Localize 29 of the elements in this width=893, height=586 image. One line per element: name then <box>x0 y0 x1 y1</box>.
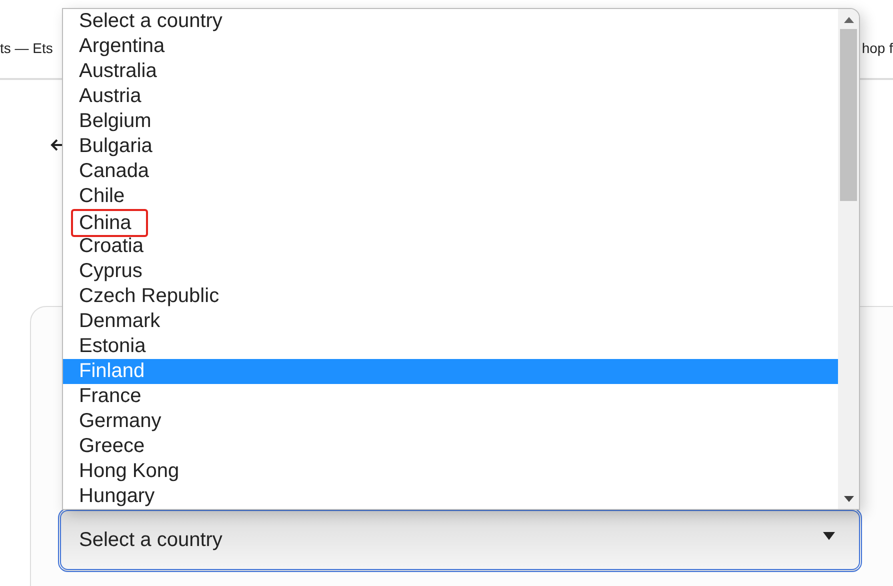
dropdown-option[interactable]: Cyprus <box>63 259 838 284</box>
country-select[interactable]: Select a country <box>58 508 862 572</box>
dropdown-option[interactable]: Select a country <box>63 9 838 34</box>
scroll-up-icon[interactable] <box>844 17 854 23</box>
dropdown-option[interactable]: Germany <box>63 409 838 434</box>
dropdown-option[interactable]: Estonia <box>63 334 838 359</box>
dropdown-option[interactable]: Bulgaria <box>63 134 838 159</box>
dropdown-option[interactable]: Croatia <box>63 234 838 259</box>
dropdown-option[interactable]: Denmark <box>63 309 838 334</box>
dropdown-option[interactable]: Argentina <box>63 34 838 59</box>
dropdown-option[interactable]: Belgium <box>63 109 838 134</box>
tab-title[interactable]: hop f <box>862 40 893 56</box>
back-arrow-icon[interactable] <box>50 138 64 152</box>
dropdown-option[interactable]: Greece <box>63 434 838 459</box>
scroll-down-icon[interactable] <box>844 496 854 502</box>
dropdown-option[interactable]: Hong Kong <box>63 459 838 484</box>
dropdown-option[interactable]: Canada <box>63 159 838 184</box>
dropdown-option[interactable]: Chile <box>63 184 838 209</box>
dropdown-option[interactable]: France <box>63 384 838 409</box>
dropdown-option[interactable]: Austria <box>63 84 838 109</box>
dropdown-option[interactable]: Australia <box>63 59 838 84</box>
dropdown-option[interactable]: China <box>63 209 838 234</box>
dropdown-option[interactable]: Czech Republic <box>63 284 838 309</box>
scrollbar-thumb[interactable] <box>840 29 857 201</box>
caret-icon <box>823 532 835 540</box>
scrollbar[interactable] <box>838 9 859 509</box>
highlight-frame: China <box>71 209 148 237</box>
dropdown-option[interactable]: Hungary <box>63 484 838 509</box>
tab-title[interactable]: ts — Ets <box>0 40 53 56</box>
